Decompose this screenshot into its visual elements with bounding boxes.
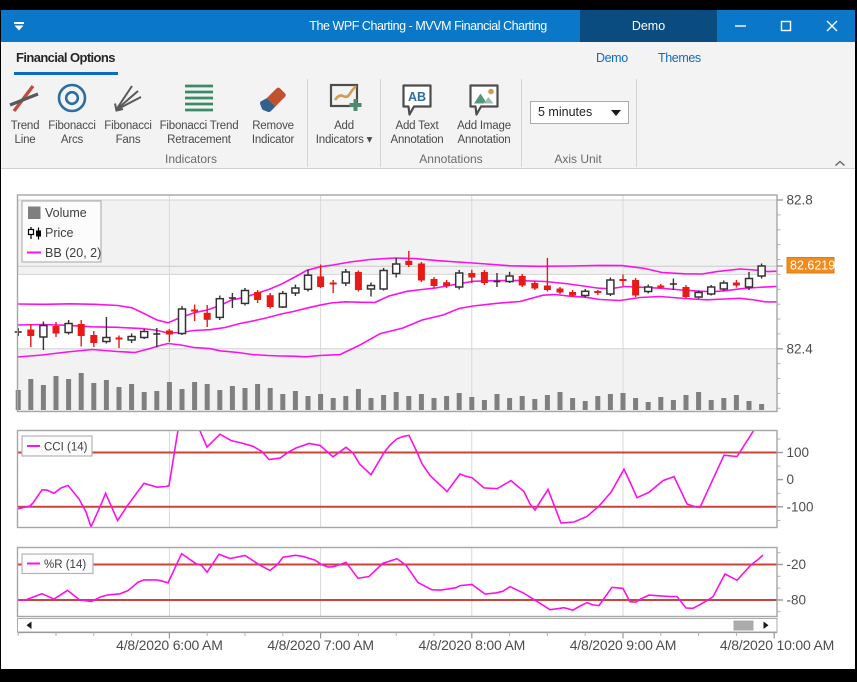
svg-text:4/8/2020 7:00 AM: 4/8/2020 7:00 AM <box>267 637 374 653</box>
svg-text:82.4: 82.4 <box>787 341 814 356</box>
svg-text:4/8/2020 8:00 AM: 4/8/2020 8:00 AM <box>419 637 526 653</box>
svg-text:CCI (14): CCI (14) <box>44 442 88 454</box>
svg-text:Volume: Volume <box>45 206 87 220</box>
svg-text:82.8: 82.8 <box>787 193 813 208</box>
svg-text:%R (14): %R (14) <box>44 559 86 571</box>
svg-text:4/8/2020 9:00 AM: 4/8/2020 9:00 AM <box>570 637 677 653</box>
svg-text:100: 100 <box>787 445 810 460</box>
svg-text:-80: -80 <box>787 593 807 608</box>
svg-text:4/8/2020 10:00 AM: 4/8/2020 10:00 AM <box>720 637 834 653</box>
svg-text:-20: -20 <box>787 557 807 572</box>
svg-text:-100: -100 <box>787 499 814 514</box>
svg-text:BB (20, 2): BB (20, 2) <box>45 246 101 260</box>
svg-text:0: 0 <box>787 472 795 487</box>
svg-text:Price: Price <box>45 226 74 240</box>
svg-text:4/8/2020 6:00 AM: 4/8/2020 6:00 AM <box>116 637 223 653</box>
svg-text:82.6219: 82.6219 <box>790 259 835 273</box>
